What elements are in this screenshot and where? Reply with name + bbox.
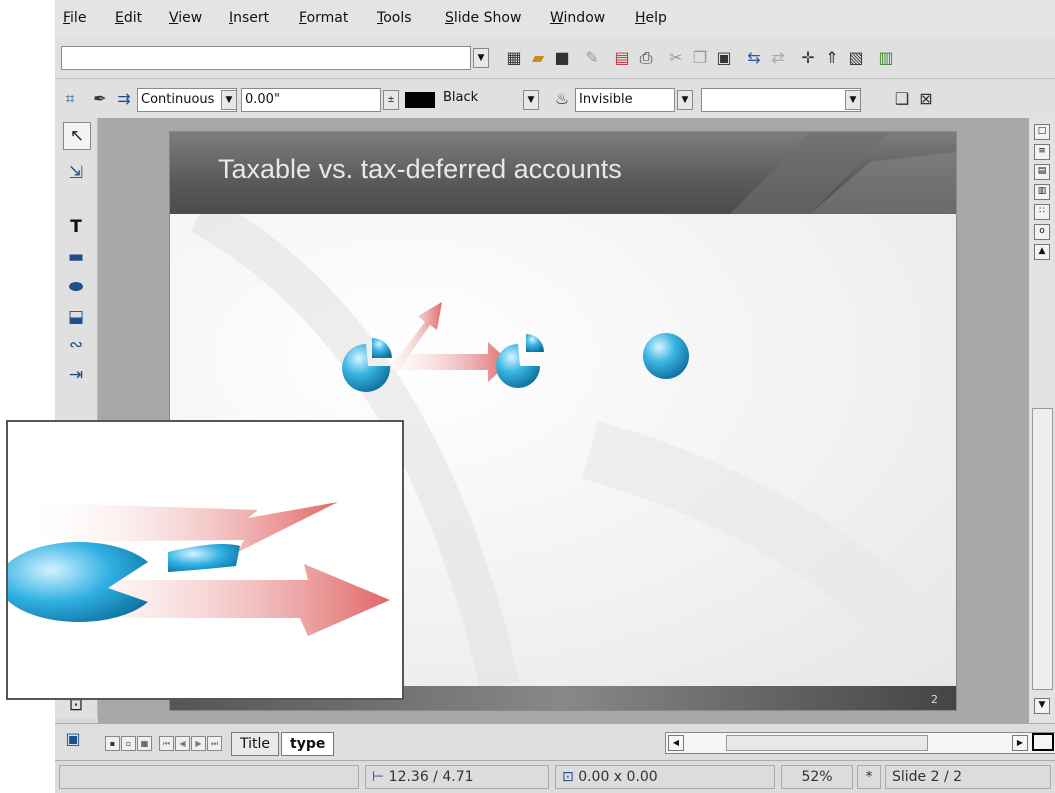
position-value: 12.36 / 4.71 — [388, 769, 474, 785]
menu-edit[interactable]: Edit — [115, 10, 142, 26]
corner-box — [1032, 733, 1054, 751]
url-dropdown-button[interactable]: ▼ — [473, 48, 489, 68]
status-size: ⊡ 0.00 x 0.00 — [555, 765, 775, 789]
gallery-icon[interactable]: ▧ — [845, 47, 867, 69]
arrow-style-icon[interactable]: ⇉ — [113, 88, 135, 110]
menu-bar: File Edit View Insert Format Tools Slide… — [55, 0, 1055, 38]
line-color-swatch — [405, 92, 435, 108]
tab-type[interactable]: type — [281, 732, 335, 756]
line-filling-toolbar: ⌗ ✒ ⇉ Continuous ▼ 0.00" ± Black ▼ ♨ Inv… — [55, 80, 1055, 119]
scroll-down-icon[interactable]: ▼ — [1034, 698, 1050, 714]
ellipse-tool-icon[interactable]: ⬬ — [63, 274, 89, 300]
prev-slide-button[interactable]: ◀ — [175, 736, 190, 751]
objects-view-icon[interactable]: o — [1034, 224, 1050, 240]
area-fill-select[interactable] — [701, 88, 861, 112]
cut-icon[interactable]: ✂ — [665, 47, 687, 69]
area-bucket-icon[interactable]: ♨ — [551, 88, 573, 110]
zoom-inset — [6, 420, 404, 700]
select-arrow-icon[interactable]: ↖ — [63, 122, 91, 150]
first-slide-button[interactable]: ⏮ — [159, 736, 174, 751]
line-color-label[interactable]: Black — [443, 90, 478, 105]
zoom-level[interactable]: 52% — [781, 765, 853, 789]
line-color-dropdown-button[interactable]: ▼ — [523, 90, 539, 110]
menu-format[interactable]: Format — [299, 10, 348, 26]
right-side-bar: □ ≡ ▤ ▥ ∷ o ▲ ▼ — [1028, 118, 1055, 723]
curve-tool-icon[interactable]: ∾ — [63, 332, 89, 358]
view-mode-master-icon[interactable]: ▦ — [137, 736, 152, 751]
url-field[interactable] — [61, 46, 471, 70]
scroll-left-icon[interactable]: ◀ — [668, 735, 684, 751]
area-style-dropdown-button[interactable]: ▼ — [677, 90, 693, 110]
slide-number: 2 — [931, 693, 938, 706]
view-mode-layout-icon[interactable]: ▫ — [121, 736, 136, 751]
position-icon: ⊢ — [372, 769, 385, 785]
horizontal-scrollbar-thumb[interactable] — [726, 735, 928, 751]
menu-window[interactable]: Window — [550, 10, 605, 26]
status-message — [59, 765, 359, 789]
print-icon[interactable]: ⎙ — [635, 47, 657, 69]
line-style-dropdown-button[interactable]: ▼ — [221, 90, 237, 110]
area-style-select[interactable]: Invisible — [575, 88, 675, 112]
pie-wedge-middle — [526, 334, 544, 352]
line-width-field[interactable]: 0.00" — [241, 88, 381, 112]
menu-view[interactable]: View — [169, 10, 202, 26]
zoom-pan-icon[interactable]: ⇲ — [63, 160, 89, 186]
new-document-icon[interactable]: ▦ — [503, 47, 525, 69]
slide-title[interactable]: Taxable vs. tax-deferred accounts — [218, 154, 622, 185]
menu-slide-show[interactable]: Slide Show — [445, 10, 521, 26]
area-fill-dropdown-button[interactable]: ▼ — [845, 90, 861, 110]
redo-icon[interactable]: ⇄ — [767, 47, 789, 69]
paste-icon[interactable]: ▣ — [713, 47, 735, 69]
inset-graphic — [8, 502, 390, 636]
save-icon[interactable]: ■ — [551, 47, 573, 69]
status-bar: ⊢ 12.36 / 4.71 ⊡ 0.00 x 0.00 52% * Slide… — [55, 760, 1055, 793]
3d-object-icon[interactable]: ⬓ — [63, 304, 89, 330]
status-position: ⊢ 12.36 / 4.71 — [365, 765, 549, 789]
tab-title[interactable]: Title — [231, 732, 280, 756]
line-pen-icon[interactable]: ✒ — [89, 88, 111, 110]
ball-right — [643, 333, 689, 379]
edit-points-icon[interactable]: ⌗ — [59, 88, 81, 110]
slide-show-start-icon[interactable]: ▣ — [59, 728, 87, 750]
connector-tool-icon[interactable]: ⇥ — [63, 362, 89, 388]
handout-view-icon[interactable]: ▥ — [1034, 184, 1050, 200]
slide-page-indicator: Slide 2 / 2 — [885, 765, 1051, 789]
navigator-icon[interactable]: ⇑ — [821, 47, 843, 69]
horizontal-scrollbar[interactable]: ◀ ▶ — [665, 732, 1055, 754]
shadow-icon[interactable]: ❑ — [891, 88, 913, 110]
slide-tabs-row: ▣ ▪ ▫ ▦ ⏮ ◀ ▶ ⏭ Title type ◀ ▶ — [55, 723, 1055, 760]
scroll-right-icon[interactable]: ▶ — [1012, 735, 1028, 751]
undo-icon[interactable]: ⇆ — [743, 47, 765, 69]
data-sources-icon[interactable]: ▥ — [875, 47, 897, 69]
slide-sorter-icon[interactable]: ∷ — [1034, 204, 1050, 220]
open-folder-icon[interactable]: ▰ — [527, 47, 549, 69]
last-slide-button[interactable]: ⏭ — [207, 736, 222, 751]
menu-tools[interactable]: Tools — [377, 10, 412, 26]
view-mode-drawing-icon[interactable]: ▪ — [105, 736, 120, 751]
crosshair-icon[interactable]: ✛ — [797, 47, 819, 69]
edit-file-icon[interactable]: ✎ — [581, 47, 603, 69]
notes-view-icon[interactable]: ▤ — [1034, 164, 1050, 180]
vertical-scrollbar-thumb[interactable] — [1032, 408, 1053, 690]
next-slide-button[interactable]: ▶ — [191, 736, 206, 751]
properties-icon[interactable]: ⊠ — [915, 88, 937, 110]
export-pdf-icon[interactable]: ▤ — [611, 47, 633, 69]
scroll-up-icon[interactable]: ▲ — [1034, 244, 1050, 260]
modified-indicator: * — [857, 765, 881, 789]
outline-view-icon[interactable]: ≡ — [1034, 144, 1050, 160]
line-width-spinner[interactable]: ± — [383, 90, 399, 110]
inset-pie-wedge — [168, 544, 240, 572]
size-icon: ⊡ — [562, 769, 574, 785]
standard-toolbar: ▼ ▦ ▰ ■ ✎ ▤ ⎙ ✂ ❐ ▣ ⇆ ⇄ ✛ ⇑ ▧ ▥ — [55, 38, 1055, 79]
menu-insert[interactable]: Insert — [229, 10, 269, 26]
size-value: 0.00 x 0.00 — [578, 769, 658, 785]
slide-title-bar: Taxable vs. tax-deferred accounts — [170, 132, 956, 214]
menu-file[interactable]: File — [63, 10, 86, 26]
text-tool-icon[interactable]: T — [63, 214, 89, 240]
normal-view-icon[interactable]: □ — [1034, 124, 1050, 140]
menu-help[interactable]: Help — [635, 10, 667, 26]
pie-wedge-left — [372, 338, 392, 358]
copy-icon[interactable]: ❐ — [689, 47, 711, 69]
rectangle-tool-icon[interactable]: ▬ — [63, 244, 89, 270]
